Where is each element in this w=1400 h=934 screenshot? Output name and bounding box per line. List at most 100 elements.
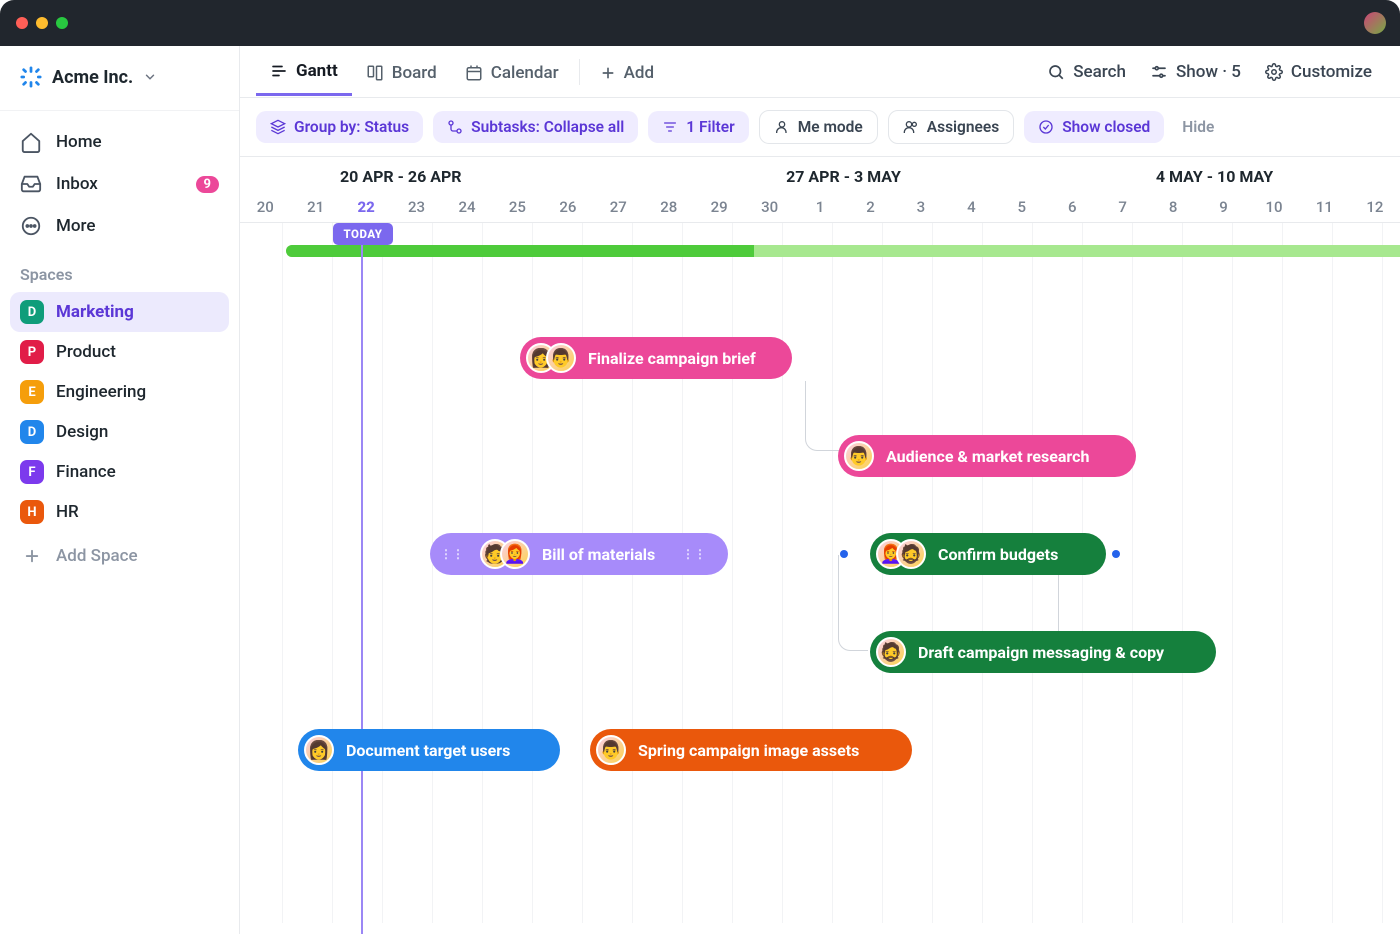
day-header: 2021222324252627282930123456789101112 — [240, 192, 1400, 223]
inbox-count-badge: 9 — [196, 176, 219, 193]
add-space-label: Add Space — [56, 546, 138, 566]
space-item-finance[interactable]: FFinance — [10, 452, 229, 492]
home-icon — [20, 131, 42, 153]
week-range: 20 APR - 26 APR — [240, 157, 658, 192]
space-item-hr[interactable]: HHR — [10, 492, 229, 532]
nav-inbox[interactable]: Inbox 9 — [10, 163, 229, 205]
gantt-task[interactable]: 🧔Draft campaign messaging & copy — [870, 631, 1216, 673]
current-user-avatar[interactable] — [1364, 12, 1386, 34]
workspace-switcher[interactable]: Acme Inc. — [0, 46, 239, 111]
chevron-down-icon — [143, 70, 157, 84]
day-cell[interactable]: 10 — [1249, 192, 1299, 222]
day-cell[interactable]: 4 — [946, 192, 996, 222]
space-badge-icon: E — [20, 380, 44, 404]
filter-icon — [662, 119, 678, 135]
tab-label: Calendar — [491, 63, 559, 83]
day-cell[interactable]: 7 — [1097, 192, 1147, 222]
gantt-task[interactable]: 👩‍🦰🧔Confirm budgets — [870, 533, 1106, 575]
tab-board[interactable]: Board — [352, 49, 451, 95]
tab-label: Board — [392, 63, 437, 83]
day-cell[interactable]: 22 — [341, 192, 391, 222]
tab-calendar[interactable]: Calendar — [451, 49, 573, 95]
day-cell[interactable]: 25 — [492, 192, 542, 222]
day-cell[interactable]: 28 — [644, 192, 694, 222]
progress-bar — [286, 245, 1400, 257]
sliders-icon — [1150, 63, 1168, 81]
assignee-avatar: 🧔 — [896, 539, 926, 569]
space-item-marketing[interactable]: DMarketing — [10, 292, 229, 332]
space-item-product[interactable]: PProduct — [10, 332, 229, 372]
calendar-icon — [465, 64, 483, 82]
gear-icon — [1265, 63, 1283, 81]
day-cell[interactable]: 6 — [1047, 192, 1097, 222]
nav-label: Inbox — [56, 174, 98, 194]
group-by-pill[interactable]: Group by: Status — [256, 111, 423, 143]
gantt-task[interactable]: ⋮⋮🧑👩‍🦰Bill of materials⋮⋮ — [430, 533, 728, 575]
show-button[interactable]: Show · 5 — [1138, 54, 1253, 90]
day-cell[interactable]: 5 — [997, 192, 1047, 222]
today-label: TODAY — [333, 223, 393, 245]
day-cell[interactable]: 2 — [845, 192, 895, 222]
customize-button[interactable]: Customize — [1253, 54, 1384, 90]
day-cell[interactable]: 23 — [391, 192, 441, 222]
show-closed-pill[interactable]: Show closed — [1024, 111, 1164, 143]
day-cell[interactable]: 21 — [290, 192, 340, 222]
add-space-button[interactable]: Add Space — [10, 532, 229, 580]
filter-pill[interactable]: 1 Filter — [648, 111, 748, 143]
space-badge-icon: H — [20, 500, 44, 524]
task-label: Finalize campaign brief — [588, 349, 756, 368]
day-cell[interactable]: 26 — [543, 192, 593, 222]
me-mode-pill[interactable]: Me mode — [759, 110, 878, 144]
space-badge-icon: D — [20, 420, 44, 444]
gantt-task[interactable]: 👩Document target users — [298, 729, 560, 771]
day-cell[interactable]: 12 — [1350, 192, 1400, 222]
subtasks-pill[interactable]: Subtasks: Collapse all — [433, 111, 638, 143]
subtask-icon — [447, 119, 463, 135]
assignees-pill[interactable]: Assignees — [888, 110, 1014, 144]
hide-filters-button[interactable]: Hide — [1182, 118, 1214, 136]
assignee-avatar: 👨 — [844, 441, 874, 471]
task-label: Spring campaign image assets — [638, 741, 859, 760]
gantt-task[interactable]: 👨Audience & market research — [838, 435, 1136, 477]
nav-home[interactable]: Home — [10, 121, 229, 163]
day-cell[interactable]: 9 — [1198, 192, 1248, 222]
day-cell[interactable]: 3 — [896, 192, 946, 222]
drag-handle-icon[interactable]: ⋮⋮ — [436, 547, 468, 561]
nav-more[interactable]: More — [10, 205, 229, 247]
minimize-window-icon[interactable] — [36, 17, 48, 29]
maximize-window-icon[interactable] — [56, 17, 68, 29]
day-cell[interactable]: 30 — [744, 192, 794, 222]
day-cell[interactable]: 29 — [694, 192, 744, 222]
gantt-canvas[interactable]: TODAY 👩👨Finalize campaign brief👨Audience… — [240, 223, 1400, 923]
gantt-task[interactable]: 👩👨Finalize campaign brief — [520, 337, 792, 379]
drag-handle-icon[interactable]: ⋮⋮ — [678, 547, 710, 561]
workspace-name: Acme Inc. — [52, 67, 133, 88]
space-item-design[interactable]: D Design — [10, 412, 229, 452]
space-label: Finance — [56, 462, 116, 482]
action-label: Customize — [1291, 62, 1372, 82]
add-view-button[interactable]: Add — [586, 49, 668, 95]
assignee-avatar: 👨 — [546, 343, 576, 373]
gantt-icon — [270, 62, 288, 80]
close-window-icon[interactable] — [16, 17, 28, 29]
users-icon — [903, 119, 919, 135]
week-header: 20 APR - 26 APR27 APR - 3 MAY4 MAY - 10 … — [240, 156, 1400, 192]
day-cell[interactable]: 27 — [593, 192, 643, 222]
day-cell[interactable]: 20 — [240, 192, 290, 222]
gantt-task[interactable]: 👨Spring campaign image assets — [590, 729, 912, 771]
nav-label: More — [56, 216, 95, 236]
pill-label: Show closed — [1062, 118, 1150, 136]
assignee-avatar: 👩‍🦰 — [500, 539, 530, 569]
search-button[interactable]: Search — [1035, 54, 1138, 90]
day-cell[interactable]: 11 — [1299, 192, 1349, 222]
space-label: Marketing — [56, 302, 134, 322]
day-cell[interactable]: 24 — [442, 192, 492, 222]
task-label: Confirm budgets — [938, 545, 1058, 564]
inbox-icon — [20, 173, 42, 195]
pill-label: Me mode — [798, 118, 863, 136]
day-cell[interactable]: 1 — [795, 192, 845, 222]
space-label: Design — [56, 422, 108, 442]
day-cell[interactable]: 8 — [1148, 192, 1198, 222]
tab-gantt[interactable]: Gantt — [256, 47, 352, 96]
space-item-engineering[interactable]: EEngineering — [10, 372, 229, 412]
